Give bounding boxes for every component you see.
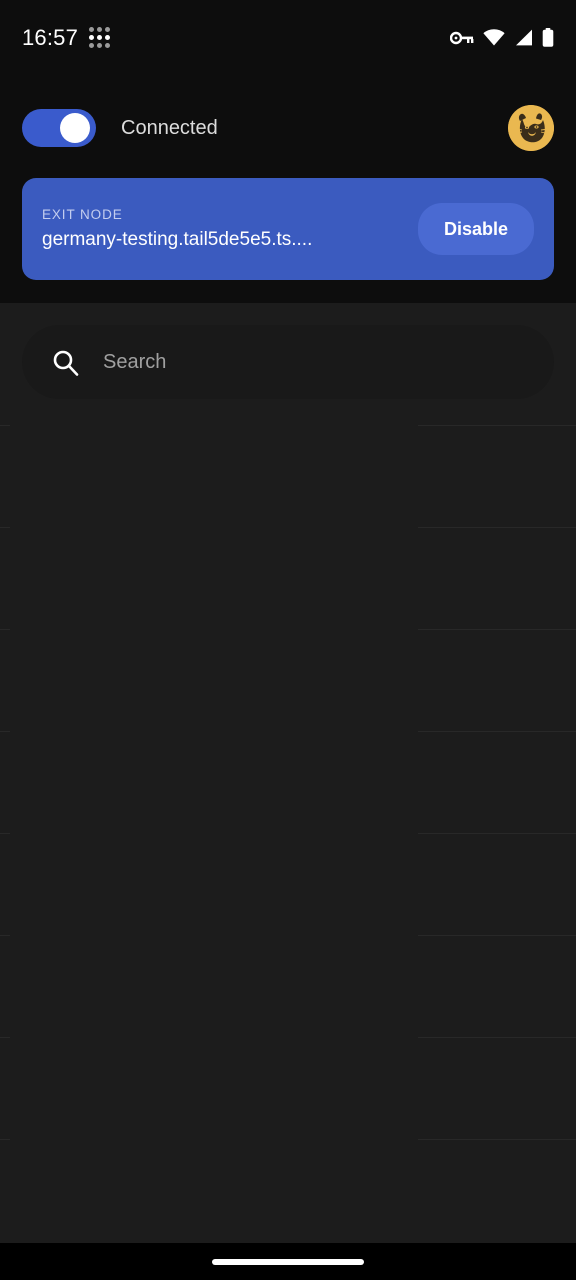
vpn-connection-toggle[interactable] [22, 109, 96, 147]
connection-row: Connected [0, 97, 576, 159]
cellular-signal-icon [514, 29, 533, 46]
list-item[interactable] [0, 527, 576, 629]
connection-status-label: Connected [121, 117, 218, 139]
user-avatar[interactable] [508, 105, 554, 151]
exit-node-text: EXIT NODE germany-testing.tail5de5e5.ts.… [42, 207, 418, 252]
list-divider [0, 935, 576, 936]
search-input[interactable]: Search [103, 352, 166, 372]
home-gesture-pill[interactable] [212, 1258, 364, 1265]
toggle-knob [60, 113, 90, 143]
device-list[interactable] [0, 425, 576, 1243]
list-item[interactable] [0, 1139, 576, 1241]
list-item[interactable] [0, 1037, 576, 1139]
dot-grid-icon [89, 27, 111, 48]
list-divider [0, 425, 576, 426]
battery-icon [542, 28, 554, 47]
list-divider [0, 629, 576, 630]
search-bar[interactable]: Search [22, 325, 554, 399]
content-area: Search [0, 303, 576, 1243]
exit-node-hostname: germany-testing.tail5de5e5.ts.... [42, 228, 313, 250]
system-navigation-bar [0, 1243, 576, 1280]
status-bar-left: 16:57 [22, 24, 111, 50]
list-divider [0, 1139, 576, 1140]
status-bar-clock: 16:57 [22, 24, 79, 50]
list-item[interactable] [0, 833, 576, 935]
list-item[interactable] [0, 629, 576, 731]
list-item[interactable] [0, 731, 576, 833]
search-icon [52, 349, 79, 376]
app-header: Connected EXIT NODE germany-testing.tail… [0, 75, 576, 303]
list-divider [0, 731, 576, 732]
tiger-head-avatar-icon [508, 105, 554, 151]
status-bar: 16:57 [0, 0, 576, 75]
list-item[interactable] [0, 425, 576, 527]
list-divider [0, 1037, 576, 1038]
vpn-key-icon [450, 30, 474, 46]
exit-node-kicker: EXIT NODE [42, 206, 123, 222]
wifi-icon [483, 29, 505, 46]
list-divider [0, 833, 576, 834]
list-item[interactable] [0, 935, 576, 1037]
exit-node-disable-button[interactable]: Disable [417, 203, 534, 255]
app-screen: 16:57 Connected EXIT NODE germany-testin… [0, 0, 576, 1280]
status-bar-right [450, 28, 554, 47]
list-divider [0, 527, 576, 528]
exit-node-card[interactable]: EXIT NODE germany-testing.tail5de5e5.ts.… [22, 178, 554, 280]
